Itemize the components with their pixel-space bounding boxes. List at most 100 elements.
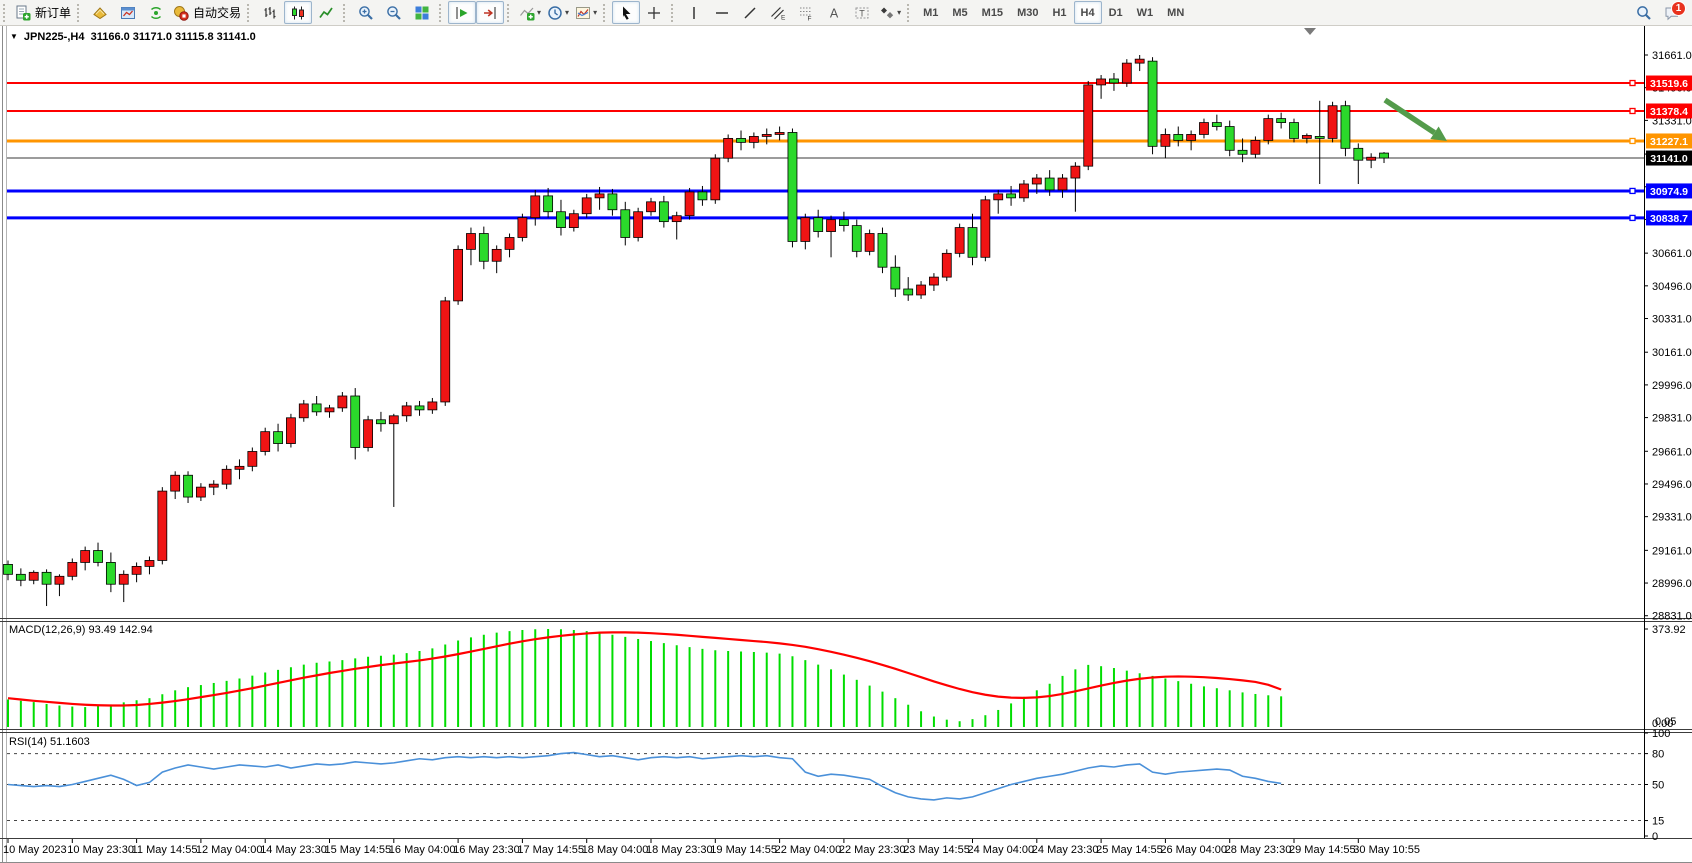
svg-text:31141.0: 31141.0 xyxy=(1650,153,1688,165)
text-label-button[interactable]: T xyxy=(848,1,876,24)
bar-chart-button[interactable] xyxy=(256,1,284,24)
shapes-button[interactable]: ▾ xyxy=(876,1,904,24)
text-button[interactable]: A xyxy=(820,1,848,24)
auto-trading-button[interactable]: 自动交易 xyxy=(170,1,244,24)
zoom-in-button[interactable] xyxy=(352,1,380,24)
timeframe-h4-label: H4 xyxy=(1077,7,1099,19)
vertical-line-icon xyxy=(686,5,702,21)
crosshair-icon xyxy=(646,5,662,21)
svg-text:23 May 14:55: 23 May 14:55 xyxy=(903,844,970,856)
svg-text:28 May 23:30: 28 May 23:30 xyxy=(1225,844,1292,856)
timeframe-m30[interactable]: M30 xyxy=(1010,1,1045,24)
signals-icon xyxy=(148,5,164,21)
chart-shift-button[interactable] xyxy=(476,1,504,24)
periods-icon xyxy=(547,5,563,21)
market-watch-button[interactable] xyxy=(86,1,114,24)
channel-button[interactable]: E xyxy=(764,1,792,24)
svg-text:29331.0: 29331.0 xyxy=(1652,512,1692,524)
fibonacci-button[interactable]: F xyxy=(792,1,820,24)
market-watch-icon xyxy=(92,5,108,21)
line-chart-button[interactable] xyxy=(312,1,340,24)
level-line-handle[interactable] xyxy=(1630,215,1635,220)
svg-text:30496.0: 30496.0 xyxy=(1652,281,1692,293)
toolbar-group-grip xyxy=(603,4,608,22)
svg-text:15 May 14:55: 15 May 14:55 xyxy=(325,844,392,856)
chart-canvas[interactable]: 31661.031496.031331.031161.030996.030831… xyxy=(0,0,1692,863)
navigator-button[interactable] xyxy=(114,1,142,24)
level-line-handle[interactable] xyxy=(1630,188,1635,193)
svg-text:100: 100 xyxy=(1652,728,1670,740)
text-icon: A xyxy=(826,5,842,21)
svg-text:31378.4: 31378.4 xyxy=(1650,106,1688,118)
indicators-button[interactable]: ▾ xyxy=(516,1,544,24)
timeframe-m5-label: M5 xyxy=(948,7,971,19)
svg-text:29996.0: 29996.0 xyxy=(1652,380,1692,392)
periods-button[interactable]: ▾ xyxy=(544,1,572,24)
search-button[interactable] xyxy=(1630,1,1658,24)
candlestick-chart-button[interactable] xyxy=(284,1,312,24)
auto-scroll-button[interactable] xyxy=(448,1,476,24)
svg-text:31661.0: 31661.0 xyxy=(1652,50,1692,62)
tile-windows-button[interactable] xyxy=(408,1,436,24)
cursor-button[interactable] xyxy=(612,1,640,24)
toolbar-group-grip xyxy=(247,4,252,22)
timeframe-m5[interactable]: M5 xyxy=(945,1,974,24)
chat-icon: 1 xyxy=(1664,5,1680,21)
timeframe-d1-label: D1 xyxy=(1105,7,1127,19)
search-icon xyxy=(1636,5,1652,21)
svg-text:16 May 23:30: 16 May 23:30 xyxy=(453,844,520,856)
chevron-down-icon: ▾ xyxy=(565,8,569,17)
horizontal-line-button[interactable] xyxy=(708,1,736,24)
crosshair-button[interactable] xyxy=(640,1,668,24)
svg-text:26 May 04:00: 26 May 04:00 xyxy=(1160,844,1227,856)
new-order-button[interactable]: 新订单 xyxy=(12,1,74,24)
fibonacci-icon: F xyxy=(798,5,814,21)
templates-button[interactable]: ▾ xyxy=(572,1,600,24)
collapse-triangle-icon[interactable]: ▼ xyxy=(10,32,18,41)
navigator-icon xyxy=(120,5,136,21)
chart-symbol-period: JPN225-,H4 xyxy=(24,31,85,43)
zoom-out-button[interactable] xyxy=(380,1,408,24)
level-line-handle[interactable] xyxy=(1630,138,1635,143)
cursor-icon xyxy=(618,5,634,21)
svg-text:17 May 14:55: 17 May 14:55 xyxy=(517,844,584,856)
vertical-line-button[interactable] xyxy=(680,1,708,24)
auto-trading-icon xyxy=(173,5,189,21)
timeframe-mn[interactable]: MN xyxy=(1160,1,1191,24)
svg-text:16 May 04:00: 16 May 04:00 xyxy=(389,844,456,856)
notifications-button[interactable]: 1 xyxy=(1658,1,1686,24)
timeframe-d1[interactable]: D1 xyxy=(1102,1,1130,24)
level-line-handle[interactable] xyxy=(1630,81,1635,86)
svg-text:80: 80 xyxy=(1652,749,1664,761)
level-line-handle[interactable] xyxy=(1630,108,1635,113)
rsi-indicator-label: RSI(14) 51.1603 xyxy=(9,736,90,748)
svg-text:24 May 23:30: 24 May 23:30 xyxy=(1032,844,1099,856)
text-label-icon: T xyxy=(854,5,870,21)
svg-text:12 May 04:00: 12 May 04:00 xyxy=(196,844,263,856)
timeframe-h4[interactable]: H4 xyxy=(1074,1,1102,24)
timeframe-w1[interactable]: W1 xyxy=(1130,1,1161,24)
svg-text:29161.0: 29161.0 xyxy=(1652,545,1692,557)
svg-text:30331.0: 30331.0 xyxy=(1652,314,1692,326)
svg-text:373.92: 373.92 xyxy=(1652,624,1686,636)
svg-text:T: T xyxy=(859,8,865,18)
chart-title: ▼JPN225-,H4 31166.0 31171.0 31115.8 3114… xyxy=(10,31,256,43)
svg-text:29831.0: 29831.0 xyxy=(1652,413,1692,425)
trendline-button[interactable] xyxy=(736,1,764,24)
svg-text:30838.7: 30838.7 xyxy=(1650,213,1688,225)
templates-icon xyxy=(575,5,591,21)
timeframe-m1[interactable]: M1 xyxy=(916,1,945,24)
timeframe-h1[interactable]: H1 xyxy=(1045,1,1073,24)
toolbar-right-section: 1 xyxy=(1630,1,1692,24)
svg-text:E: E xyxy=(781,14,786,21)
svg-text:14 May 23:30: 14 May 23:30 xyxy=(260,844,327,856)
svg-text:29661.0: 29661.0 xyxy=(1652,446,1692,458)
timeframe-w1-label: W1 xyxy=(1133,7,1158,19)
toolbar-group-grip xyxy=(343,4,348,22)
svg-text:28996.0: 28996.0 xyxy=(1652,578,1692,590)
timeframe-m15[interactable]: M15 xyxy=(975,1,1010,24)
chevron-down-icon: ▾ xyxy=(537,8,541,17)
trading-terminal: { "toolbar": { "groups": [ {"items":[{"n… xyxy=(0,0,1692,863)
signals-button[interactable] xyxy=(142,1,170,24)
timeframe-m15-label: M15 xyxy=(978,7,1007,19)
